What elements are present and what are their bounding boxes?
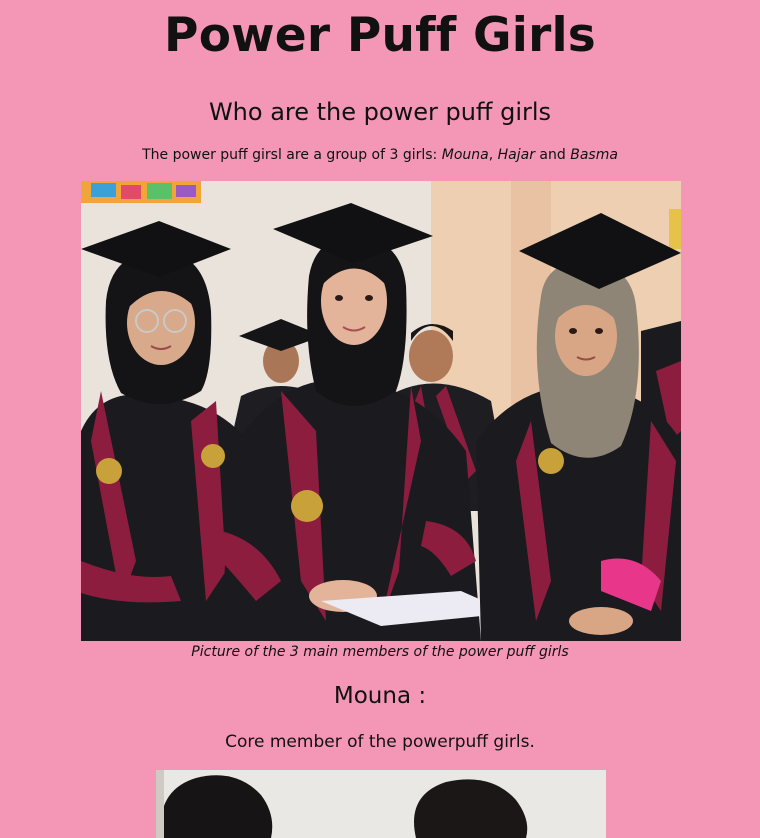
member-description: Core member of the powerpuff girls. (225, 732, 535, 752)
intro-separator: and (534, 147, 571, 163)
group-photo (81, 181, 681, 641)
intro-text: The power puff girsl are a group of 3 gi… (142, 147, 442, 163)
member-photo (156, 770, 606, 838)
intro-paragraph: The power puff girsl are a group of 3 gi… (0, 145, 760, 165)
member-heading: Mouna : (333, 683, 427, 709)
page: Power Puff Girls Who are the power puff … (0, 0, 760, 838)
photo-caption: Picture of the 3 main members of the pow… (191, 644, 569, 660)
section-heading: Who are the power puff girls (208, 98, 552, 126)
member-photo-illustration (156, 770, 606, 838)
graduation-photo-illustration (81, 181, 681, 641)
member-name-hajar: Hajar (497, 147, 535, 163)
member-name-basma: Basma (570, 147, 618, 163)
member-name-mouna: Mouna (441, 147, 489, 163)
intro-separator: , (488, 147, 498, 163)
page-title: Power Puff Girls (164, 8, 596, 63)
